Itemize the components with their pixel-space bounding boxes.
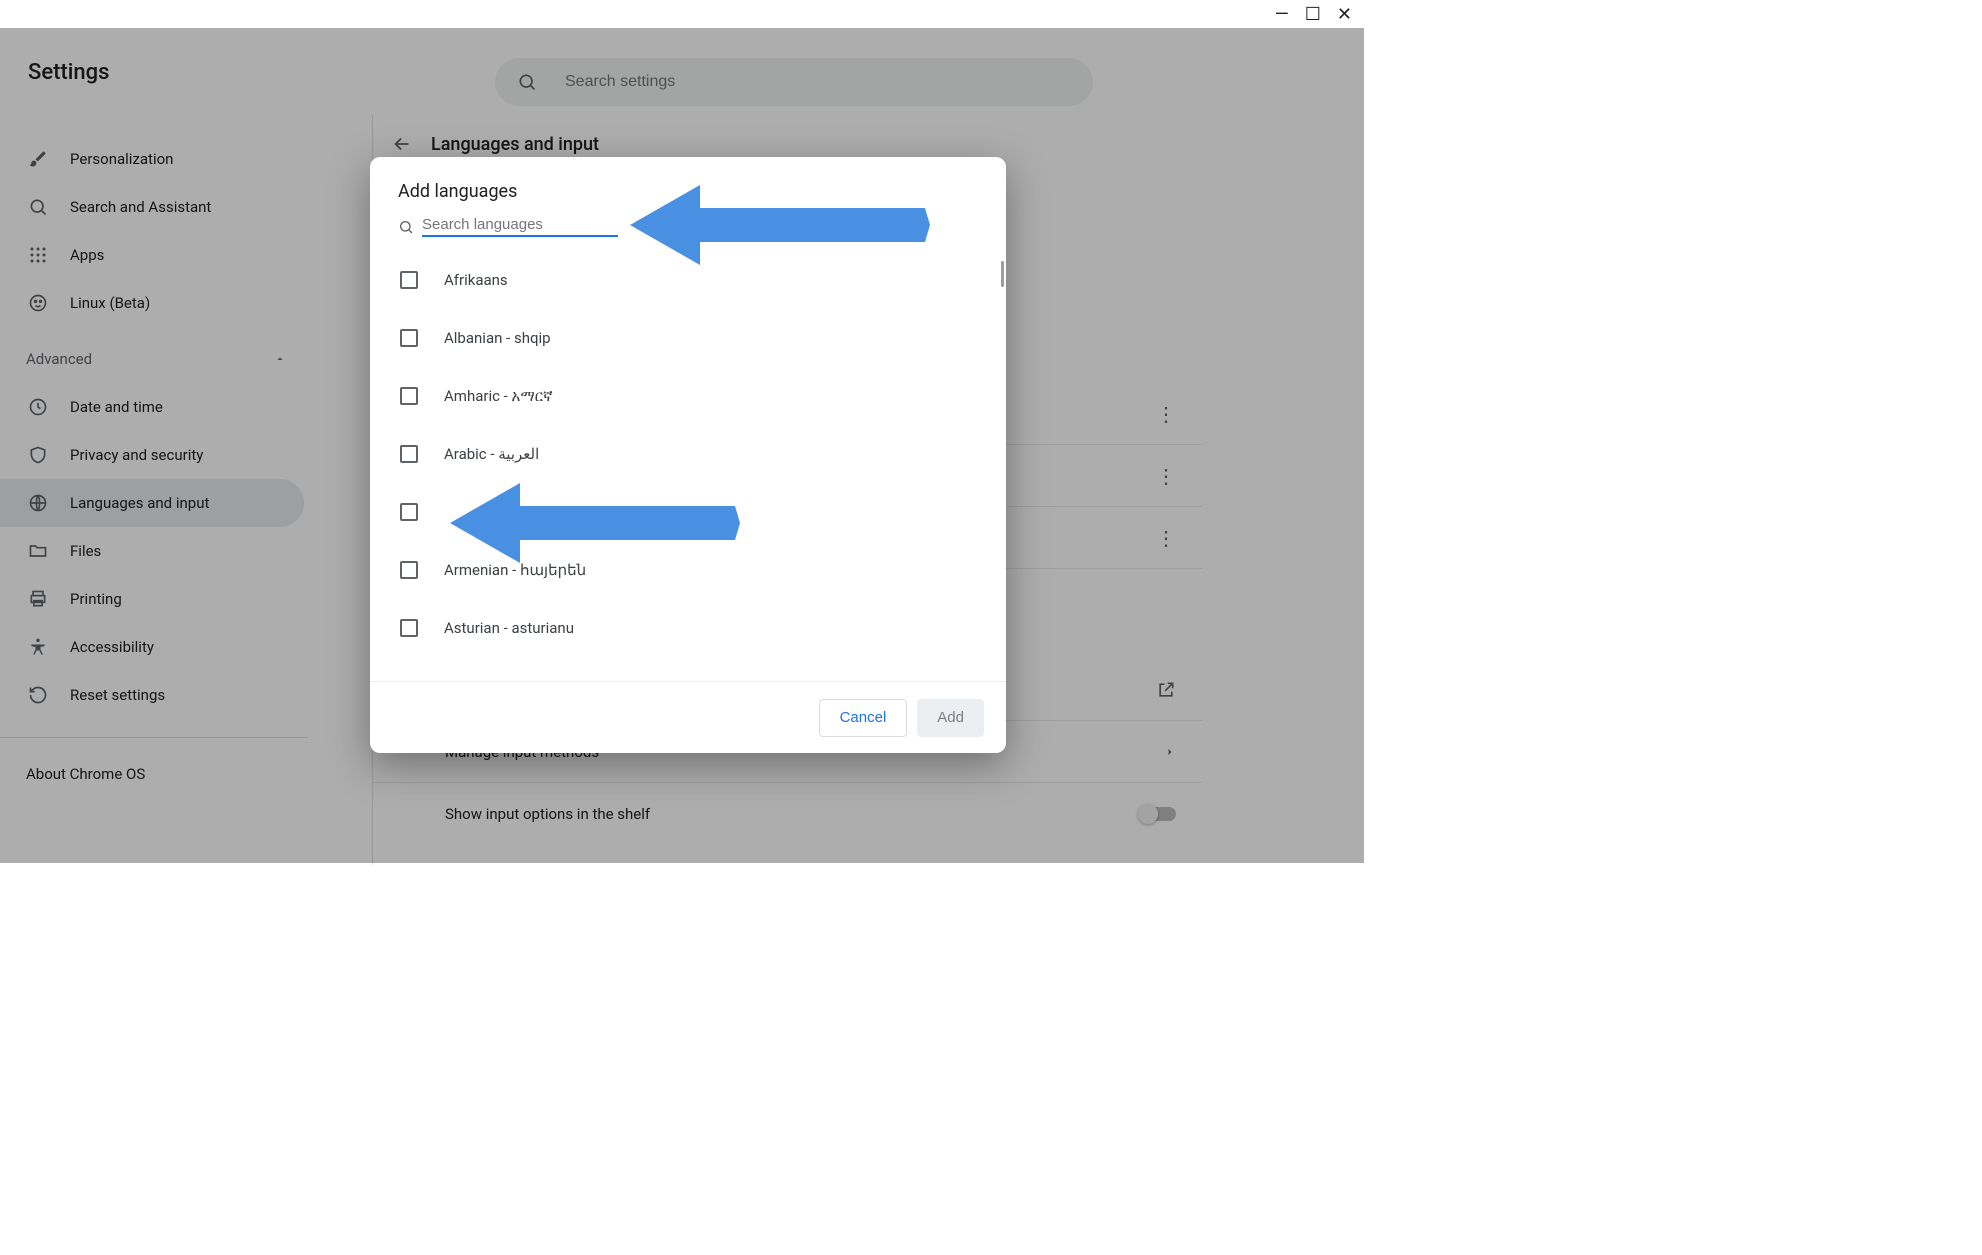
language-label: Asturian - asturianu <box>444 619 574 637</box>
checkbox[interactable] <box>400 329 418 347</box>
language-search-input[interactable] <box>422 216 618 237</box>
language-option[interactable]: Albanian - shqip <box>388 309 988 367</box>
language-option[interactable]: Afrikaans <box>388 251 988 309</box>
language-label: Afrikaans <box>444 271 508 289</box>
cancel-button[interactable]: Cancel <box>819 699 908 737</box>
language-list[interactable]: Afrikaans Albanian - shqip Amharic - አማር… <box>370 245 1006 681</box>
checkbox[interactable] <box>400 445 418 463</box>
add-button[interactable]: Add <box>917 699 984 737</box>
language-option[interactable]: Amharic - አማርኛ <box>388 367 988 425</box>
checkbox[interactable] <box>400 271 418 289</box>
window-close-button[interactable]: ✕ <box>1337 6 1352 24</box>
dialog-footer: Cancel Add <box>370 681 1006 753</box>
checkbox[interactable] <box>400 619 418 637</box>
language-option[interactable] <box>388 483 988 541</box>
window-minimize-button[interactable]: — <box>1275 6 1289 24</box>
language-label: Amharic - አማርኛ <box>444 387 553 405</box>
window-maximize-button[interactable]: ☐ <box>1305 6 1321 24</box>
language-label: Arabic - العربية <box>444 445 539 463</box>
language-label: Albanian - shqip <box>444 329 551 347</box>
dialog-title: Add languages <box>398 181 978 202</box>
checkbox[interactable] <box>400 561 418 579</box>
language-option[interactable]: Asturian - asturianu <box>388 599 988 657</box>
language-option[interactable]: Armenian - հայերեն <box>388 541 988 599</box>
window-controls: — ☐ ✕ <box>1275 6 1352 24</box>
language-option[interactable]: Arabic - العربية <box>388 425 988 483</box>
scrollbar-thumb[interactable] <box>1001 261 1004 287</box>
checkbox[interactable] <box>400 503 418 521</box>
language-label: Armenian - հայերեն <box>444 561 586 579</box>
add-languages-dialog: Add languages Afrikaans Albanian - shqip… <box>370 157 1006 753</box>
checkbox[interactable] <box>400 387 418 405</box>
search-icon <box>398 219 414 235</box>
